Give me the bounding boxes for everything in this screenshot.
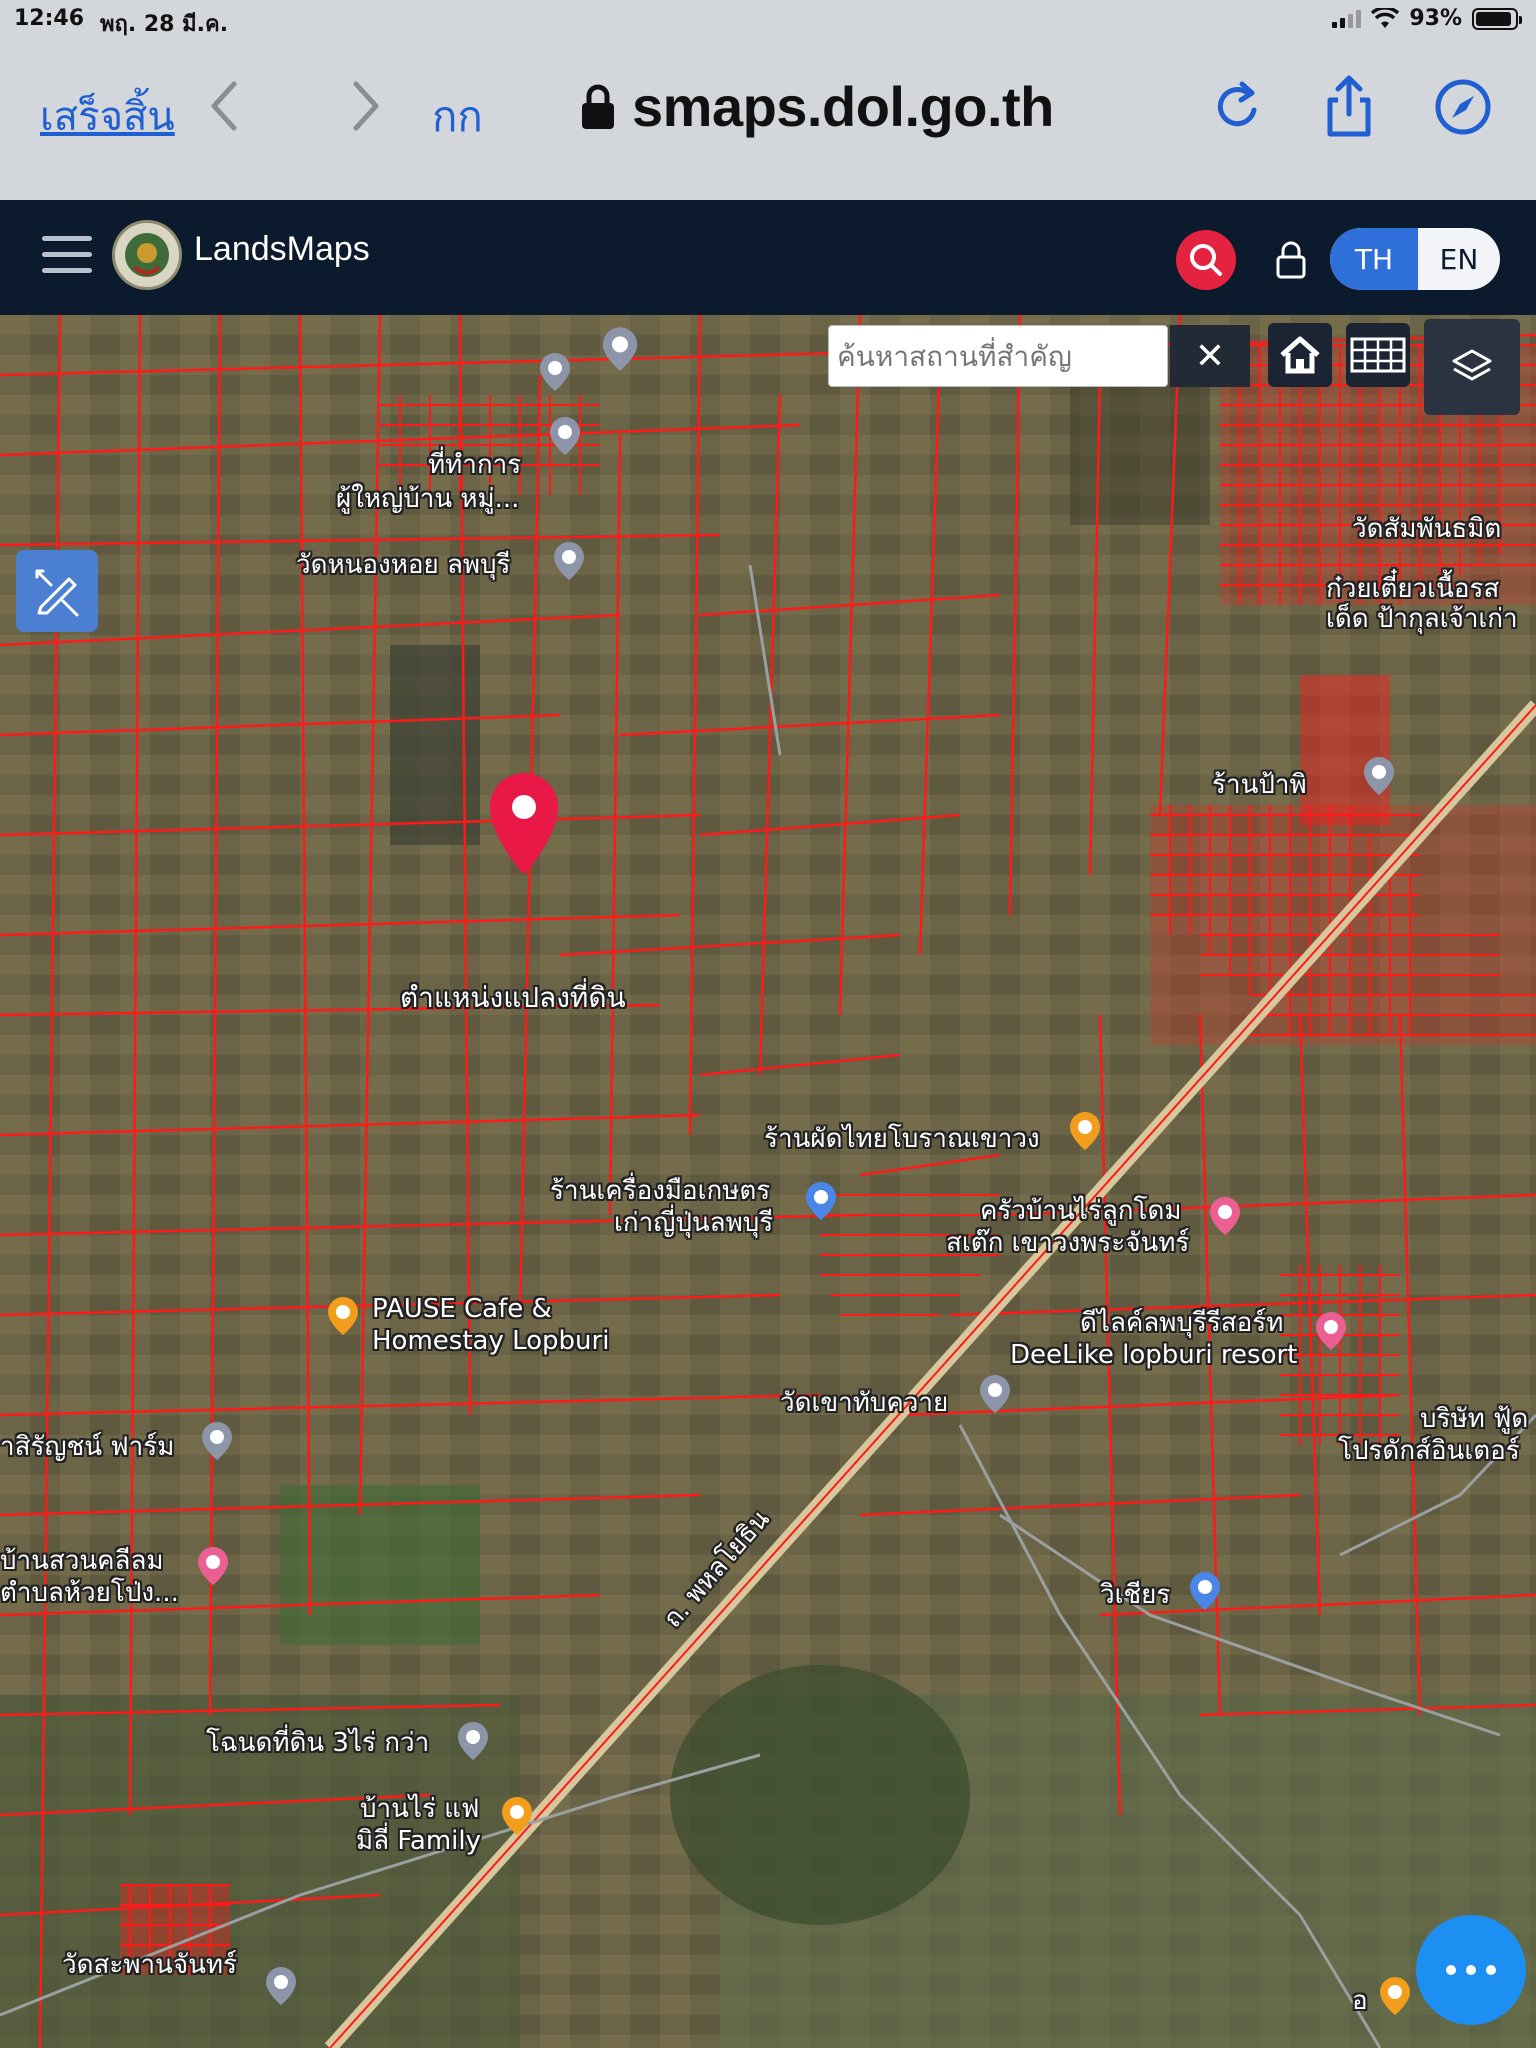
- lang-en-button[interactable]: EN: [1418, 228, 1500, 290]
- map-label: DeeLike lopburi resort: [1010, 1340, 1298, 1370]
- map-label: วัดสัมพันธมิต: [1352, 514, 1502, 544]
- map-canvas[interactable]: ที่ทำการ ผู้ใหญ่บ้าน หมู่... วัดหนองหอย …: [0, 315, 1536, 2048]
- map-label: ร้านป้าพิ: [1212, 770, 1307, 800]
- map-label: มิลี่ Family: [356, 1826, 481, 1856]
- status-indicators: 93%: [1332, 6, 1522, 31]
- temple-pin-icon[interactable]: [978, 1373, 1012, 1415]
- map-label: ร้านเครื่องมือเกษตร: [550, 1176, 771, 1206]
- url-text: smaps.dol.go.th: [632, 75, 1054, 138]
- map-label: เด็ด ป้ากุลเจ้าเก่า: [1326, 604, 1518, 634]
- draw-tool-button[interactable]: [16, 550, 98, 632]
- map-label: ร้านผัดไทยโบราณเขาวง: [764, 1124, 1040, 1154]
- layers-icon: [1452, 349, 1492, 381]
- compass-icon[interactable]: [1428, 72, 1498, 142]
- map-label: Homestay Lopburi: [372, 1326, 610, 1356]
- poi-pin-icon[interactable]: [456, 1720, 490, 1762]
- map-label: บ้านไร่ แฟ: [360, 1794, 480, 1824]
- hotel-pin-icon[interactable]: [1208, 1195, 1242, 1237]
- shop-pin-icon[interactable]: [1362, 755, 1396, 797]
- farm-pin-icon[interactable]: [200, 1420, 234, 1462]
- battery-fill: [1476, 11, 1512, 26]
- restaurant-pin-icon[interactable]: [1378, 1975, 1412, 2017]
- map-label: บริษัท ฟู้ด: [1420, 1404, 1529, 1434]
- poi-pin-icon[interactable]: [548, 415, 582, 457]
- map-label: วัดเขาทับควาย: [780, 1388, 949, 1418]
- temple-pin-icon[interactable]: [552, 540, 586, 582]
- map-label: ดีไลค์ลพบุรีรีสอร์ท: [1080, 1308, 1284, 1338]
- map-label: ครัวบ้านไร่ลูกโดม: [980, 1196, 1182, 1226]
- map-label: ผู้ใหญ่บ้าน หมู่...: [336, 484, 520, 514]
- menu-icon[interactable]: [42, 236, 92, 276]
- lang-th-button[interactable]: TH: [1330, 228, 1418, 290]
- shopping-pin-icon[interactable]: [1188, 1570, 1222, 1612]
- map-label: ที่ทำการ: [428, 450, 522, 480]
- battery-icon: [1472, 7, 1522, 30]
- map-label: สเต๊ก เขาวงพระจันทร์: [946, 1228, 1190, 1258]
- grid-icon: [1350, 337, 1406, 373]
- map-label: วัดหนองหอย ลพบุรี: [296, 550, 511, 580]
- status-bar: 12:46 พฤ. 28 มี.ค. 93%: [0, 0, 1536, 40]
- map-label: ตำบลห้วยโป่ง...: [0, 1578, 179, 1608]
- search-icon: [1190, 244, 1222, 276]
- map-label: โฉนดที่ดิน 3ไร่ กว่า: [206, 1728, 430, 1758]
- cellular-signal-icon: [1332, 9, 1362, 28]
- home-icon: [1280, 336, 1320, 374]
- resort-pin-icon[interactable]: [1314, 1310, 1348, 1352]
- forward-chevron-icon[interactable]: [340, 76, 390, 136]
- map-label: วัดสะพานจันทร์: [62, 1950, 237, 1980]
- map-label: บ้านสวนคลีลม: [0, 1546, 164, 1576]
- text-size-button[interactable]: กก: [432, 84, 483, 150]
- more-options-button[interactable]: [1416, 1915, 1526, 2025]
- map-label: PAUSE Cafe &: [372, 1294, 552, 1324]
- poi-pin-icon[interactable]: [600, 325, 640, 373]
- safari-toolbar: เสร็จสิ้น กก smaps.dol.go.th: [0, 62, 1536, 158]
- search-clear-button[interactable]: ✕: [1170, 325, 1250, 387]
- cafe-pin-icon[interactable]: [326, 1295, 360, 1337]
- status-time: 12:46: [14, 6, 85, 31]
- login-lock-icon[interactable]: [1274, 240, 1308, 280]
- map-label: เก่าญี่ปุ่นลพบุรี: [614, 1208, 774, 1238]
- map-label: โปรดักส์อินเตอร์: [1338, 1436, 1520, 1466]
- layers-button[interactable]: [1424, 319, 1520, 415]
- address-bar[interactable]: smaps.dol.go.th: [580, 74, 1054, 139]
- share-icon[interactable]: [1314, 72, 1384, 142]
- battery-percent: 93%: [1409, 6, 1462, 31]
- browser-chrome: 12:46 พฤ. 28 มี.ค. 93% เสร็จสิ้น กก smap…: [0, 0, 1536, 200]
- restaurant-pin-icon[interactable]: [1068, 1110, 1102, 1152]
- lock-icon: [582, 84, 614, 129]
- home-button[interactable]: [1268, 323, 1332, 387]
- done-button[interactable]: เสร็จสิ้น: [40, 84, 175, 148]
- map-label: อ: [1352, 1986, 1368, 2016]
- poi-pin-icon[interactable]: [538, 351, 572, 393]
- lodging-pin-icon[interactable]: [196, 1545, 230, 1587]
- app-title: LandsMaps: [194, 230, 370, 268]
- back-chevron-icon[interactable]: [200, 76, 250, 136]
- store-pin-icon[interactable]: [804, 1180, 838, 1222]
- ruler-pencil-icon: [35, 569, 79, 617]
- place-search-input[interactable]: [828, 325, 1168, 387]
- dol-logo: [112, 220, 182, 290]
- restaurant-pin-icon[interactable]: [500, 1795, 534, 1837]
- reload-icon[interactable]: [1202, 72, 1272, 142]
- grid-button[interactable]: [1346, 323, 1410, 387]
- status-date: พฤ. 28 มี.ค.: [100, 12, 229, 37]
- map-label: วิเชียร: [1100, 1580, 1171, 1610]
- map-label: าสิรัญชน์ ฟาร์ม: [0, 1432, 175, 1462]
- app-header: LandsMaps TH EN: [0, 200, 1536, 315]
- wifi-icon: [1371, 7, 1400, 28]
- temple-pin-icon[interactable]: [264, 1965, 298, 2007]
- map-label: ก๋วยเตี๋ยวเนื้อรส: [1326, 574, 1500, 604]
- language-toggle[interactable]: TH EN: [1330, 228, 1500, 290]
- parcel-marker-label: ตำแหน่งแปลงที่ดิน: [400, 981, 626, 1014]
- search-button[interactable]: [1176, 230, 1236, 290]
